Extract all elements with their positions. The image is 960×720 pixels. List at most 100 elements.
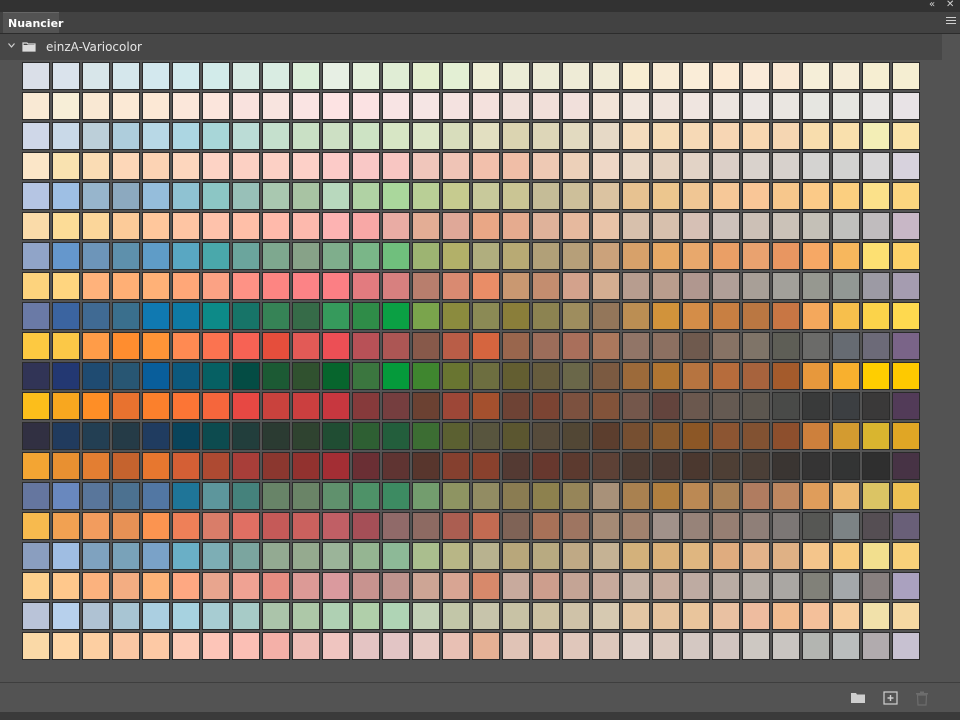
color-swatch[interactable] <box>682 242 710 270</box>
color-swatch[interactable] <box>442 392 470 420</box>
color-swatch[interactable] <box>382 182 410 210</box>
color-swatch[interactable] <box>592 212 620 240</box>
color-swatch[interactable] <box>82 272 110 300</box>
color-swatch[interactable] <box>262 272 290 300</box>
color-swatch[interactable] <box>412 242 440 270</box>
color-swatch[interactable] <box>652 182 680 210</box>
color-swatch[interactable] <box>802 212 830 240</box>
color-swatch[interactable] <box>532 92 560 120</box>
color-swatch[interactable] <box>712 422 740 450</box>
color-swatch[interactable] <box>652 152 680 180</box>
color-swatch[interactable] <box>862 152 890 180</box>
color-swatch[interactable] <box>592 512 620 540</box>
color-swatch[interactable] <box>892 542 920 570</box>
color-swatch[interactable] <box>142 572 170 600</box>
color-swatch[interactable] <box>712 62 740 90</box>
color-swatch[interactable] <box>412 632 440 660</box>
color-swatch[interactable] <box>352 512 380 540</box>
color-swatch[interactable] <box>352 452 380 480</box>
color-swatch[interactable] <box>52 542 80 570</box>
color-swatch[interactable] <box>592 542 620 570</box>
color-swatch[interactable] <box>502 422 530 450</box>
color-swatch[interactable] <box>442 632 470 660</box>
color-swatch[interactable] <box>502 272 530 300</box>
color-swatch[interactable] <box>802 362 830 390</box>
color-swatch[interactable] <box>22 152 50 180</box>
color-swatch[interactable] <box>592 242 620 270</box>
color-swatch[interactable] <box>832 152 860 180</box>
color-swatch[interactable] <box>82 182 110 210</box>
color-swatch[interactable] <box>502 542 530 570</box>
color-swatch[interactable] <box>112 392 140 420</box>
color-swatch[interactable] <box>652 302 680 330</box>
color-swatch[interactable] <box>502 482 530 510</box>
color-swatch[interactable] <box>172 152 200 180</box>
color-swatch[interactable] <box>412 152 440 180</box>
color-swatch[interactable] <box>562 332 590 360</box>
color-swatch[interactable] <box>742 272 770 300</box>
color-swatch[interactable] <box>292 632 320 660</box>
color-swatch[interactable] <box>352 62 380 90</box>
tab-nuancier[interactable]: Nuancier <box>3 12 63 33</box>
color-swatch[interactable] <box>112 332 140 360</box>
color-swatch[interactable] <box>562 482 590 510</box>
color-swatch[interactable] <box>742 482 770 510</box>
color-swatch[interactable] <box>382 422 410 450</box>
color-swatch[interactable] <box>292 212 320 240</box>
color-swatch[interactable] <box>622 212 650 240</box>
color-swatch[interactable] <box>382 302 410 330</box>
color-swatch[interactable] <box>772 242 800 270</box>
color-swatch[interactable] <box>682 542 710 570</box>
color-swatch[interactable] <box>382 632 410 660</box>
color-swatch[interactable] <box>292 362 320 390</box>
color-swatch[interactable] <box>382 602 410 630</box>
color-swatch[interactable] <box>442 422 470 450</box>
color-swatch[interactable] <box>622 362 650 390</box>
color-swatch[interactable] <box>832 632 860 660</box>
color-swatch[interactable] <box>232 272 260 300</box>
color-swatch[interactable] <box>802 452 830 480</box>
color-swatch[interactable] <box>862 272 890 300</box>
color-swatch[interactable] <box>412 332 440 360</box>
color-swatch[interactable] <box>202 182 230 210</box>
color-swatch[interactable] <box>712 122 740 150</box>
color-swatch[interactable] <box>172 212 200 240</box>
color-swatch[interactable] <box>412 422 440 450</box>
color-swatch[interactable] <box>892 422 920 450</box>
color-swatch[interactable] <box>142 452 170 480</box>
color-swatch[interactable] <box>892 452 920 480</box>
color-swatch[interactable] <box>412 212 440 240</box>
color-swatch[interactable] <box>292 392 320 420</box>
color-swatch[interactable] <box>352 152 380 180</box>
color-swatch[interactable] <box>82 212 110 240</box>
color-swatch[interactable] <box>292 62 320 90</box>
color-swatch[interactable] <box>862 332 890 360</box>
color-swatch[interactable] <box>322 572 350 600</box>
color-swatch[interactable] <box>22 482 50 510</box>
color-swatch[interactable] <box>802 92 830 120</box>
color-swatch[interactable] <box>682 392 710 420</box>
color-swatch[interactable] <box>532 62 560 90</box>
color-swatch[interactable] <box>112 572 140 600</box>
color-swatch[interactable] <box>262 362 290 390</box>
color-swatch[interactable] <box>532 452 560 480</box>
color-swatch[interactable] <box>712 512 740 540</box>
color-swatch[interactable] <box>52 362 80 390</box>
color-swatch[interactable] <box>562 392 590 420</box>
color-swatch[interactable] <box>622 632 650 660</box>
color-swatch[interactable] <box>532 542 560 570</box>
color-swatch[interactable] <box>862 632 890 660</box>
color-swatch[interactable] <box>22 272 50 300</box>
color-swatch[interactable] <box>232 122 260 150</box>
color-swatch[interactable] <box>802 512 830 540</box>
color-swatch[interactable] <box>832 422 860 450</box>
color-swatch[interactable] <box>772 152 800 180</box>
color-swatch[interactable] <box>502 572 530 600</box>
color-swatch[interactable] <box>892 302 920 330</box>
color-swatch[interactable] <box>742 212 770 240</box>
color-swatch[interactable] <box>472 122 500 150</box>
color-swatch[interactable] <box>652 602 680 630</box>
color-swatch[interactable] <box>262 182 290 210</box>
color-swatch[interactable] <box>592 182 620 210</box>
color-swatch[interactable] <box>832 92 860 120</box>
